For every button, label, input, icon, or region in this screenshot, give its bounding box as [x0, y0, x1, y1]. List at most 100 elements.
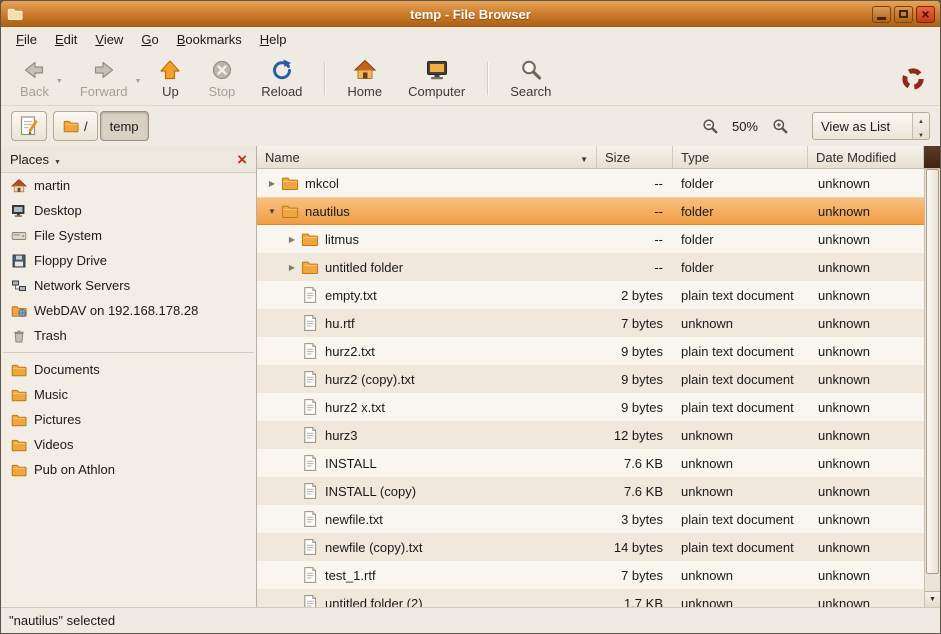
table-row[interactable]: hurz312 bytesunknownunknown [257, 421, 924, 449]
table-row[interactable]: newfile (copy).txt14 bytesplain text doc… [257, 533, 924, 561]
menubar: FileEditViewGoBookmarksHelp [1, 27, 940, 52]
zoom-in-icon [772, 118, 788, 134]
column-headers: Name Size Type Date Modified [257, 146, 940, 169]
table-row[interactable]: hurz2 x.txt9 bytesplain text documentunk… [257, 393, 924, 421]
file-name-cell: newfile.txt [257, 505, 597, 533]
window-controls [872, 6, 935, 23]
sidebar-item-documents[interactable]: Documents [1, 357, 256, 382]
menu-go[interactable]: Go [132, 29, 167, 50]
sidebar-item-network-servers[interactable]: Network Servers [1, 273, 256, 298]
file-date-modified: unknown [808, 561, 924, 589]
window-icon[interactable] [6, 5, 24, 23]
table-row[interactable]: empty.txt 2 bytesplain text documentunkno… [257, 281, 924, 309]
table-row[interactable]: ▼nautilus--folderunknown [257, 197, 924, 225]
maximize-button[interactable] [894, 6, 913, 23]
table-row[interactable]: hu.rtf7 bytesunknownunknown [257, 309, 924, 337]
sidebar-item-music[interactable]: Music [1, 382, 256, 407]
sidebar-item-desktop[interactable]: Desktop [1, 198, 256, 223]
sidebar-item-videos[interactable]: Videos [1, 432, 256, 457]
table-row[interactable]: newfile.txt3 bytesplain text documentunk… [257, 505, 924, 533]
file-name: litmus [325, 232, 359, 247]
reload-button[interactable]: Reload [248, 55, 315, 102]
titlebar[interactable]: temp - File Browser [1, 1, 940, 27]
view-as-select[interactable]: View as List [812, 112, 930, 140]
zoom-in-button[interactable] [768, 114, 792, 138]
table-row[interactable]: hurz2 (copy).txt9 bytesplain text docume… [257, 365, 924, 393]
trash-icon [11, 328, 27, 344]
table-row[interactable]: ▶litmus--folderunknown [257, 225, 924, 253]
sidebar-item-pictures[interactable]: Pictures [1, 407, 256, 432]
table-row[interactable]: untitled folder (2)1.7 KBunknownunknown [257, 589, 924, 607]
places-list: martinDesktopFile System Floppy Drive Netw… [1, 173, 256, 482]
column-header-size[interactable]: Size [597, 146, 673, 169]
menu-bookmarks[interactable]: Bookmarks [168, 29, 251, 50]
menu-help[interactable]: Help [251, 29, 296, 50]
column-header-name[interactable]: Name [257, 146, 597, 169]
minimize-button[interactable] [872, 6, 891, 23]
up-button[interactable]: Up [145, 55, 195, 102]
sidebar-item-label: Floppy Drive [34, 253, 107, 268]
file-name: newfile (copy).txt [325, 540, 423, 555]
scrollbar-thumb[interactable] [926, 169, 939, 574]
zoom-out-button[interactable] [698, 114, 722, 138]
toolbar-separator [324, 62, 325, 95]
file-name: INSTALL (copy) [325, 484, 416, 499]
expander-icon[interactable]: ▶ [283, 263, 301, 272]
sidebar-header[interactable]: Places [1, 146, 256, 173]
expander-icon[interactable]: ▼ [263, 207, 281, 216]
scrollbar-track[interactable] [925, 169, 940, 591]
header-corner [924, 146, 940, 169]
file-date-modified: unknown [808, 281, 924, 309]
menu-file[interactable]: File [7, 29, 46, 50]
file-name-cell: ▶ litmus [257, 225, 597, 253]
sidebar-item-file-system[interactable]: File System [1, 223, 256, 248]
forward-icon [92, 58, 116, 82]
file-name-cell: untitled folder (2) [257, 589, 597, 607]
file-date-modified: unknown [808, 365, 924, 393]
computer-button[interactable]: Computer [395, 55, 478, 102]
status-bar: "nautilus" selected [1, 607, 940, 633]
table-row[interactable]: hurz2.txt9 bytesplain text documentunkno… [257, 337, 924, 365]
sidebar-item-trash[interactable]: Trash [1, 323, 256, 348]
text-file-icon [301, 454, 319, 472]
close-button[interactable] [916, 6, 935, 23]
path-button-temp[interactable]: temp [100, 111, 149, 141]
sidebar-item-pub-on-athlon[interactable]: Pub on Athlon [1, 457, 256, 482]
file-date-modified: unknown [808, 309, 924, 337]
file-type: folder [673, 253, 808, 281]
expander-icon[interactable]: ▶ [283, 235, 301, 244]
file-size: 9 bytes [597, 365, 673, 393]
file-name-cell: INSTALL (copy) [257, 477, 597, 505]
file-name-cell: hu.rtf [257, 309, 597, 337]
path-button-root[interactable]: / [53, 111, 98, 141]
file-name-cell: hurz2 x.txt [257, 393, 597, 421]
table-row[interactable]: INSTALL (copy)7.6 KBunknownunknown [257, 477, 924, 505]
sidebar-item-martin[interactable]: martin [1, 173, 256, 198]
table-row[interactable]: test_1.rtf7 bytesunknownunknown [257, 561, 924, 589]
table-row[interactable]: ▶mkcol--folderunknown [257, 169, 924, 197]
menu-view[interactable]: View [86, 29, 132, 50]
sidebar-item-floppy-drive[interactable]: Floppy Drive [1, 248, 256, 273]
folder-icon [11, 437, 27, 453]
file-type: plain text document [673, 281, 808, 309]
vertical-scrollbar[interactable] [924, 169, 940, 607]
table-row[interactable]: ▶untitled folder--folderunknown [257, 253, 924, 281]
column-header-type[interactable]: Type [673, 146, 808, 169]
sidebar-item-label: Videos [34, 437, 74, 452]
combo-arrows-icon [912, 113, 929, 139]
sidebar-item-label: Network Servers [34, 278, 130, 293]
toggle-location-entry-button[interactable] [11, 111, 47, 141]
search-button[interactable]: Search [497, 55, 564, 102]
expander-icon[interactable]: ▶ [263, 179, 281, 188]
column-header-date-modified[interactable]: Date Modified [808, 146, 924, 169]
file-name: hu.rtf [325, 316, 355, 331]
scroll-down-button[interactable] [925, 591, 940, 607]
sidebar-item-webdav-on-192-168-178-28[interactable]: WebDAV on 192.168.178.28 [1, 298, 256, 323]
menu-edit[interactable]: Edit [46, 29, 86, 50]
file-name: mkcol [305, 176, 339, 191]
close-sidebar-button[interactable] [237, 151, 247, 168]
table-row[interactable]: INSTALL7.6 KBunknownunknown [257, 449, 924, 477]
home-button[interactable]: Home [334, 55, 395, 102]
file-size: 2 bytes [597, 281, 673, 309]
file-name: empty.txt [325, 288, 377, 303]
